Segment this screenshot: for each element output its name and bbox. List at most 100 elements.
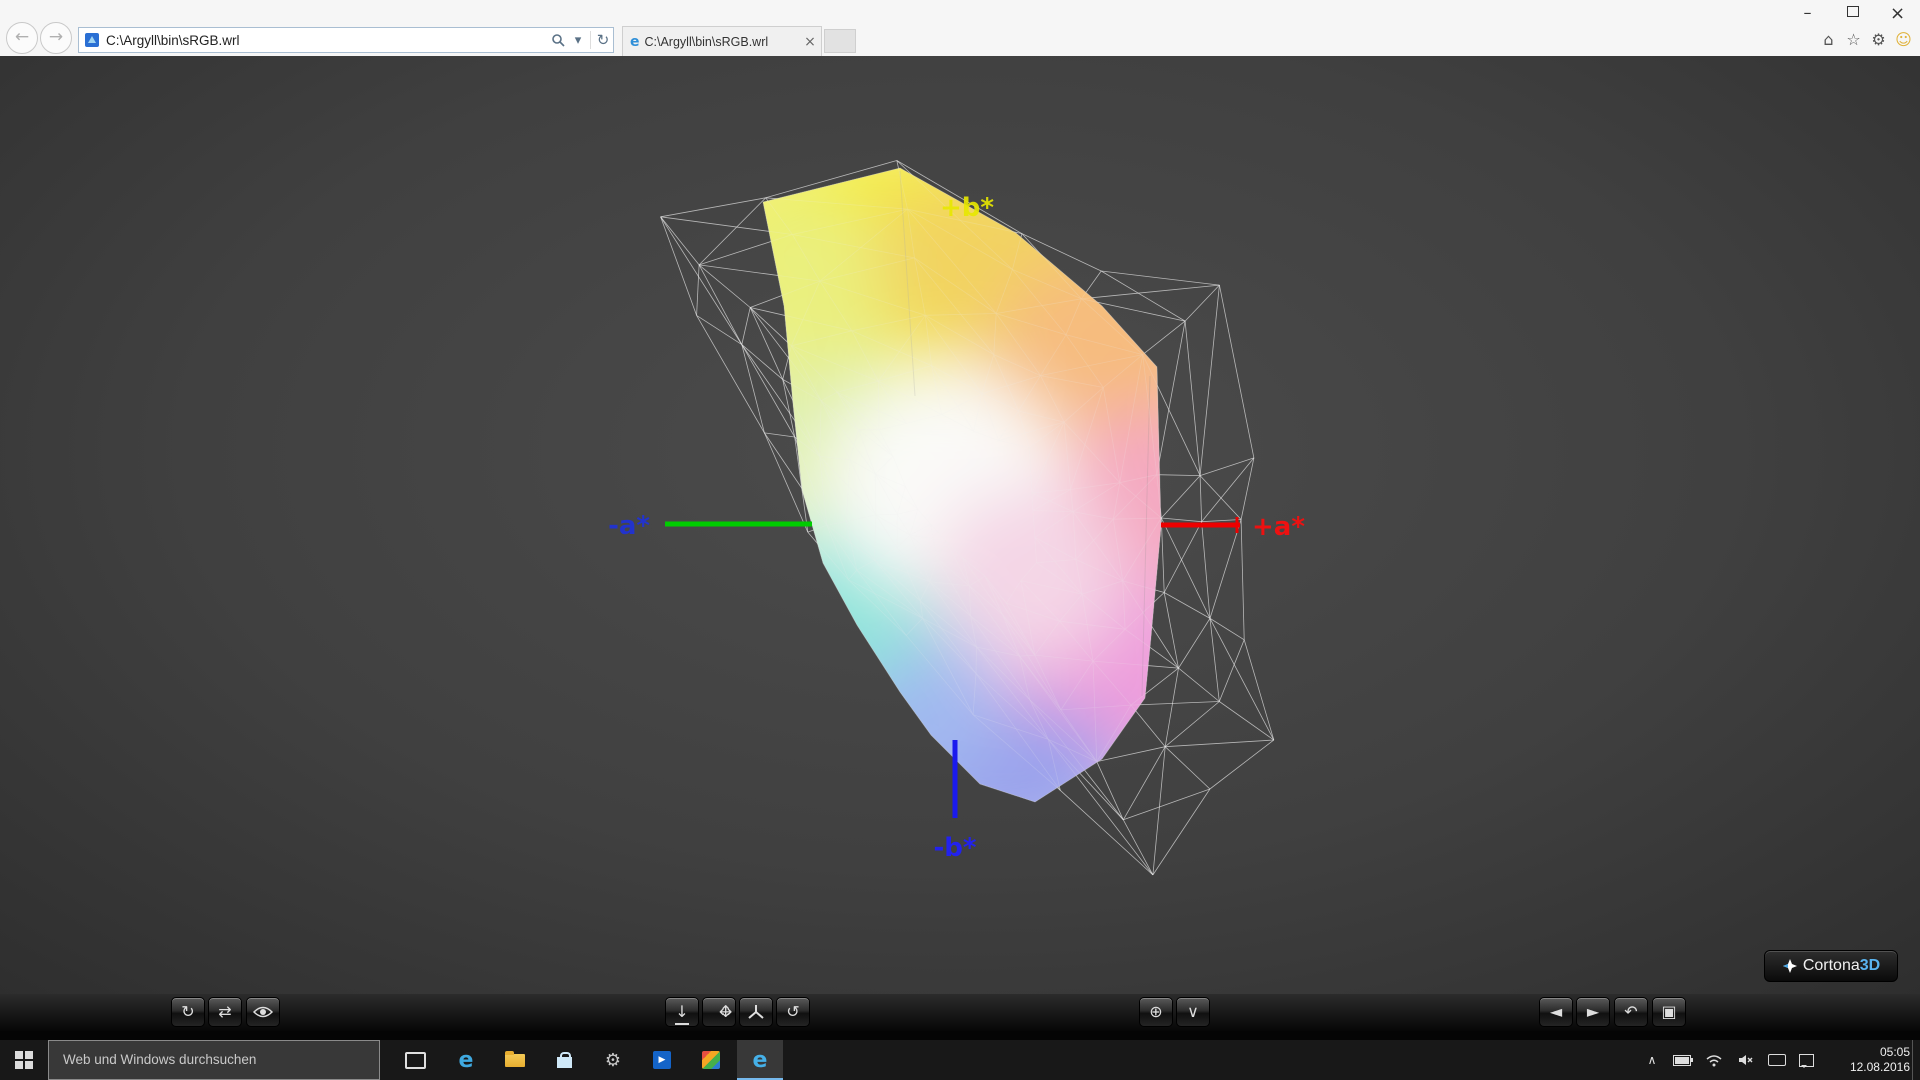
- next-icon: ►: [1586, 1002, 1600, 1021]
- fly-button[interactable]: [739, 997, 773, 1027]
- drop-icon: ↓: [675, 1001, 689, 1025]
- neg-b-axis-label: -b*: [934, 833, 977, 863]
- tray-keyboard-button[interactable]: [1763, 1040, 1791, 1080]
- notification-icon: [1798, 1053, 1814, 1068]
- prev-view-button[interactable]: ◄: [1539, 997, 1573, 1027]
- clock-date: 12.08.2016: [1849, 1060, 1910, 1074]
- rotate-icon: ↻: [181, 1002, 195, 1021]
- tray-battery-button[interactable]: [1668, 1040, 1696, 1080]
- address-dropdown-icon[interactable]: ▾: [568, 33, 588, 48]
- fit-view-button[interactable]: ▣: [1652, 997, 1686, 1027]
- tab-favicon: e: [630, 33, 640, 50]
- smiley-feedback-icon[interactable]: ☺: [1893, 28, 1914, 52]
- favorites-star-icon[interactable]: ☆: [1843, 28, 1864, 52]
- cortona3d-viewport[interactable]: -a* +a* -b* +b* Cortona3D: [0, 56, 1920, 994]
- align-button[interactable]: ∨: [1176, 997, 1210, 1027]
- address-separator: [590, 31, 591, 49]
- back-icon: ←: [14, 27, 30, 47]
- mode-move-button[interactable]: ⇄: [208, 997, 242, 1027]
- battery-icon: [1673, 1054, 1693, 1066]
- tab-srgb-wrl[interactable]: e C:\Argyll\bin\sRGB.wrl ×: [622, 26, 822, 56]
- taskbar-settings-button[interactable]: ⚙: [590, 1040, 636, 1080]
- pos-b-axis-label: +b*: [940, 193, 994, 223]
- minimize-icon: –: [1803, 3, 1812, 22]
- browser-chrome: – × ← → ▾ ↻ e C:\Argyll\bin\sRGB.wrl ×: [0, 0, 1920, 56]
- tab-title: C:\Argyll\bin\sRGB.wrl: [644, 34, 769, 49]
- taskbar-search-input[interactable]: Web und Windows durchsuchen: [48, 1040, 380, 1080]
- neg-a-axis-label: -a*: [608, 511, 650, 541]
- goto-viewpoint-button[interactable]: ⊕: [1139, 997, 1173, 1027]
- cortona3d-logo-accent: 3D: [1859, 957, 1881, 974]
- tab-close-icon[interactable]: ×: [799, 34, 821, 50]
- plan-view-button[interactable]: ↓: [665, 997, 699, 1027]
- taskbar-explorer-button[interactable]: [492, 1040, 538, 1080]
- gear-icon: ⚙: [604, 1049, 622, 1071]
- minimize-button[interactable]: –: [1785, 0, 1830, 26]
- refresh-icon[interactable]: ↻: [593, 31, 613, 49]
- windows-logo-icon: [15, 1051, 33, 1069]
- study-rotate-button[interactable]: ↺: [776, 997, 810, 1027]
- level-icon: ∨: [1187, 1002, 1199, 1021]
- gamut-3d-view[interactable]: -a* +a* -b* +b*: [0, 56, 1920, 994]
- visibility-button[interactable]: [246, 997, 280, 1027]
- fit-icon: ▣: [1661, 1002, 1677, 1021]
- pos-a-axis-label: +a*: [1252, 512, 1305, 542]
- new-tab-button[interactable]: [824, 29, 856, 53]
- start-button[interactable]: [0, 1040, 48, 1080]
- taskbar-clock[interactable]: 05:05 12.08.2016: [1850, 1045, 1910, 1075]
- photos-app-icon: [702, 1051, 720, 1069]
- tray-volume-button[interactable]: [1732, 1040, 1760, 1080]
- prev-icon: ◄: [1549, 1002, 1563, 1021]
- tray-action-center-button[interactable]: [1793, 1040, 1819, 1080]
- spin-icon: ↺: [786, 1002, 800, 1021]
- eye-icon: [252, 1006, 274, 1018]
- undo-icon: ↶: [1624, 1002, 1638, 1021]
- volume-muted-icon: [1739, 1055, 1753, 1065]
- maximize-icon: [1846, 6, 1859, 17]
- tray-network-button[interactable]: [1700, 1040, 1728, 1080]
- task-view-button[interactable]: [392, 1040, 438, 1080]
- taskbar-media-button[interactable]: ▶: [639, 1040, 685, 1080]
- taskbar-photos-button[interactable]: [688, 1040, 734, 1080]
- cortona3d-logo-text: Cortona: [1802, 957, 1860, 974]
- browser-toolbar-icons: ⌂ ☆ ⚙ ☺: [1818, 28, 1914, 52]
- address-bar[interactable]: ▾ ↻: [78, 27, 614, 53]
- internet-explorer-icon: e: [752, 1047, 768, 1073]
- maximize-button[interactable]: [1830, 0, 1875, 26]
- mode-rotate-button[interactable]: ↻: [171, 997, 205, 1027]
- move-icon: ⇄: [218, 1002, 232, 1021]
- taskbar: Web und Windows durchsuchen e ⚙ ▶ e ∧ 05…: [0, 1040, 1920, 1080]
- edge-icon: e: [458, 1047, 474, 1073]
- clock-time: 05:05: [1879, 1045, 1910, 1059]
- back-button[interactable]: ←: [6, 22, 38, 54]
- search-icon[interactable]: [548, 33, 568, 47]
- tray-chevron-button[interactable]: ∧: [1641, 1040, 1663, 1080]
- next-view-button[interactable]: ►: [1576, 997, 1610, 1027]
- desktop-screen: – × ← → ▾ ↻ e C:\Argyll\bin\sRGB.wrl ×: [0, 0, 1920, 1080]
- home-icon[interactable]: ⌂: [1818, 28, 1839, 52]
- cortona3d-logo-icon: [1782, 959, 1797, 973]
- taskbar-edge-button[interactable]: e: [443, 1040, 489, 1080]
- store-bag-icon: [556, 1052, 572, 1068]
- taskbar-store-button[interactable]: [541, 1040, 587, 1080]
- window-bottom-edge: [0, 1031, 1920, 1040]
- chevron-up-icon: ∧: [1647, 1053, 1657, 1067]
- close-button[interactable]: ×: [1875, 0, 1920, 26]
- show-desktop-button[interactable]: [1912, 1040, 1920, 1080]
- page-icon: [85, 33, 99, 47]
- close-icon: ×: [1889, 3, 1906, 24]
- gear-icon[interactable]: ⚙: [1868, 28, 1889, 52]
- task-view-icon: [404, 1051, 426, 1069]
- folder-icon: [505, 1050, 525, 1067]
- wifi-icon: [1706, 1054, 1722, 1066]
- crosshair-icon: ⊕: [1149, 1002, 1163, 1021]
- address-input[interactable]: [106, 32, 548, 48]
- forward-icon: →: [48, 27, 64, 47]
- cortona3d-badge[interactable]: Cortona3D: [1764, 950, 1898, 982]
- keyboard-icon: [1768, 1054, 1786, 1066]
- viewer-toolbar: ↻ ⇄ ↓ ↔ ↕ ↺ ⊕ ∨ ◄ ► ↶ ▣: [0, 994, 1920, 1031]
- restore-view-button[interactable]: ↶: [1614, 997, 1648, 1027]
- forward-button[interactable]: →: [40, 22, 72, 54]
- taskbar-ie-button-active[interactable]: e: [737, 1040, 783, 1080]
- pan-button[interactable]: ↔ ↕: [702, 997, 736, 1027]
